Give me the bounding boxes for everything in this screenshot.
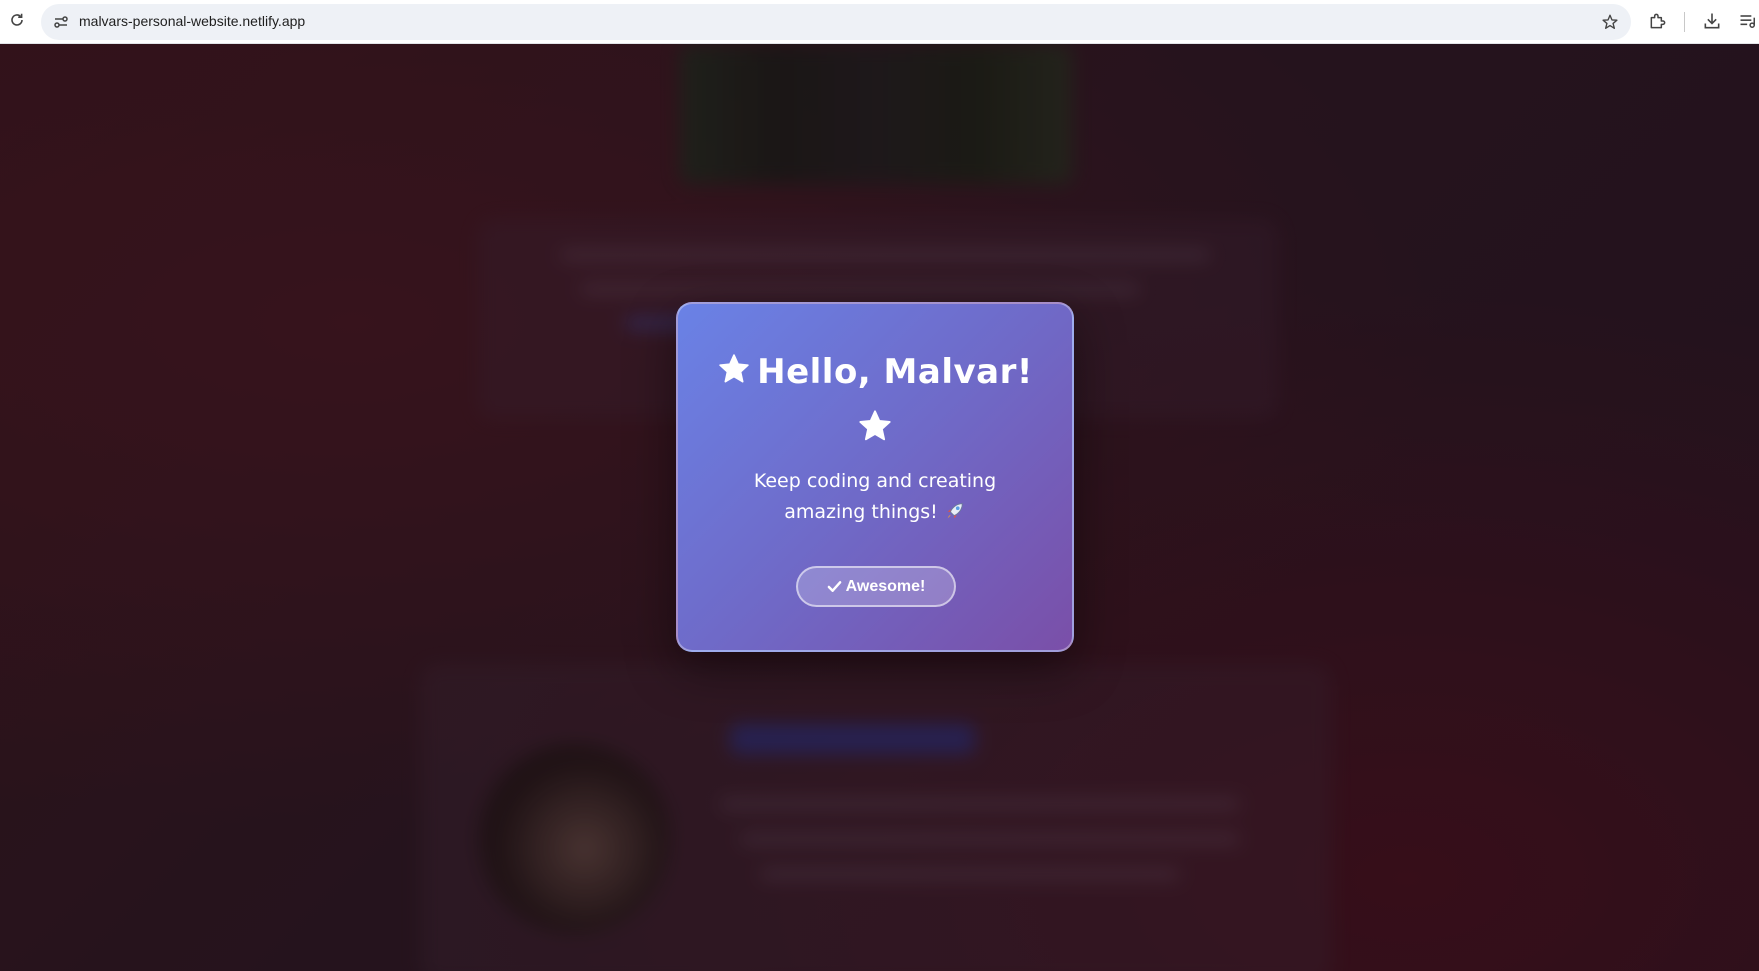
site-info-icon[interactable] bbox=[53, 14, 69, 30]
download-icon[interactable] bbox=[1702, 11, 1722, 31]
rocket-icon bbox=[944, 500, 966, 522]
reload-icon[interactable] bbox=[6, 9, 28, 31]
extensions-icon[interactable] bbox=[1648, 11, 1668, 31]
modal-message: Keep coding and creating amazing things! bbox=[718, 466, 1032, 528]
awesome-button-label: Awesome! bbox=[845, 577, 926, 595]
awesome-button[interactable]: Awesome! bbox=[796, 566, 956, 607]
url-text[interactable]: malvars-personal-website.netlify.app bbox=[79, 13, 305, 29]
media-queue-icon[interactable] bbox=[1738, 11, 1758, 31]
check-icon bbox=[827, 581, 841, 592]
address-bar[interactable]: malvars-personal-website.netlify.app bbox=[41, 4, 1631, 40]
star-icon bbox=[857, 408, 893, 444]
toolbar-separator bbox=[1684, 12, 1685, 32]
bookmark-star-icon[interactable] bbox=[1601, 13, 1619, 31]
browser-toolbar: malvars-personal-website.netlify.app bbox=[0, 0, 1759, 44]
greeting-modal: Hello, Malvar! Keep coding and creating … bbox=[676, 302, 1074, 652]
modal-title-text: Hello, Malvar! bbox=[757, 352, 1033, 392]
modal-title: Hello, Malvar! bbox=[678, 352, 1072, 392]
star-icon bbox=[717, 352, 751, 386]
